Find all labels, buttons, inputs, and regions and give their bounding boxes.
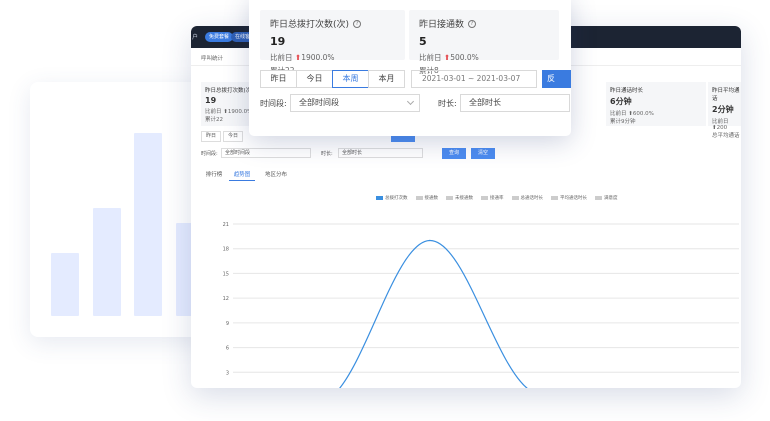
decorative-bar [93,208,121,316]
data-point [428,239,431,242]
y-tick-label: 15 [223,271,229,277]
stat-title: 昨日总拨打次数(次) [270,20,350,30]
stat-total: 总平均通话 [712,133,740,139]
primary-action-button[interactable]: 反 [542,70,571,88]
stat-compare: 比前日 ⬆600.0% [610,111,654,117]
duration-select[interactable]: 全部时长 [338,148,423,158]
stat-title: 昨日平均通话 [712,88,740,102]
date-btn-yesterday[interactable]: 昨日 [260,70,297,88]
date-btn-this-week[interactable]: 本周 [332,70,369,88]
date-btn-today[interactable]: 今日 [296,70,333,88]
y-tick-label: 12 [223,296,229,302]
stat-card-duration: 昨日通话时长 6分钟 比前日 ⬆600.0% 累计9分钟 [606,82,706,126]
stat-value: 19 [270,35,286,48]
stat-title: 昨日接通数 [419,20,465,30]
stat-value: 6分钟 [610,97,632,106]
stat-title: 昨日通话时长 [610,88,644,94]
y-tick-label: 21 [223,222,229,228]
period-label: 时间段: [201,151,218,157]
trend-chart: 0369121518212021-03-012021-03-022021-03-… [223,222,739,388]
decorative-bar [134,133,162,316]
stat-value: 2分钟 [712,105,734,114]
y-tick-label: 6 [226,346,229,352]
y-tick-label: 9 [226,321,229,327]
decorative-card [30,82,210,337]
stat-value: 5 [419,35,427,48]
chevron-down-icon [406,97,415,106]
popup-stat-calls: 昨日总拨打次数(次)? 19 比前日 ⬆1900.0% 累计22 [260,10,405,75]
duration-label: 时长: [438,99,457,108]
period-label: 时间段: [260,99,287,108]
duration-select[interactable]: 全部时长 [460,94,570,112]
query-button[interactable]: 查询 [442,148,466,159]
stat-compare: 比前日 ⬆500.0% [419,53,479,62]
duration-select-value: 全部时长 [469,98,501,107]
clear-button[interactable]: 清空 [471,148,495,159]
date-btn-this-month[interactable]: 本月 [368,70,405,88]
y-tick-label: 3 [226,370,229,376]
y-tick-label: 18 [223,247,229,253]
help-icon[interactable]: ? [468,19,477,28]
stat-total: 累计9分钟 [610,119,636,125]
stats-popup: 昨日总拨打次数(次)? 19 比前日 ⬆1900.0% 累计22 昨日接通数? … [249,0,571,136]
stat-title-row: 昨日接通数? [419,17,549,30]
free-plan-pill[interactable]: 免费套餐 [205,32,234,42]
period-select[interactable]: 全部时间段 [221,148,311,158]
top-tab-text[interactable]: 户 [192,32,198,41]
decorative-bar [51,253,79,316]
stat-card-avg: 昨日平均通话 2分钟 比前日 ⬆200 总平均通话 [708,82,741,139]
date-range-picker[interactable]: 2021-03-01 ~ 2021-03-07 [411,70,537,88]
duration-label: 时长: [321,151,333,157]
period-select-value: 全部时间段 [299,98,339,107]
help-icon[interactable]: ? [353,19,362,28]
date-btn-today[interactable]: 今日 [223,131,243,142]
stat-title-row: 昨日总拨打次数(次)? [270,17,395,30]
date-btn-yesterday[interactable]: 昨日 [201,131,221,142]
popup-stat-connected: 昨日接通数? 5 比前日 ⬆500.0% 累计8 [409,10,559,75]
stat-compare: 比前日 ⬆1900.0% [270,53,335,62]
series-line [338,239,528,388]
period-select[interactable]: 全部时间段 [290,94,420,112]
stat-compare: 比前日 ⬆200 [712,119,729,131]
